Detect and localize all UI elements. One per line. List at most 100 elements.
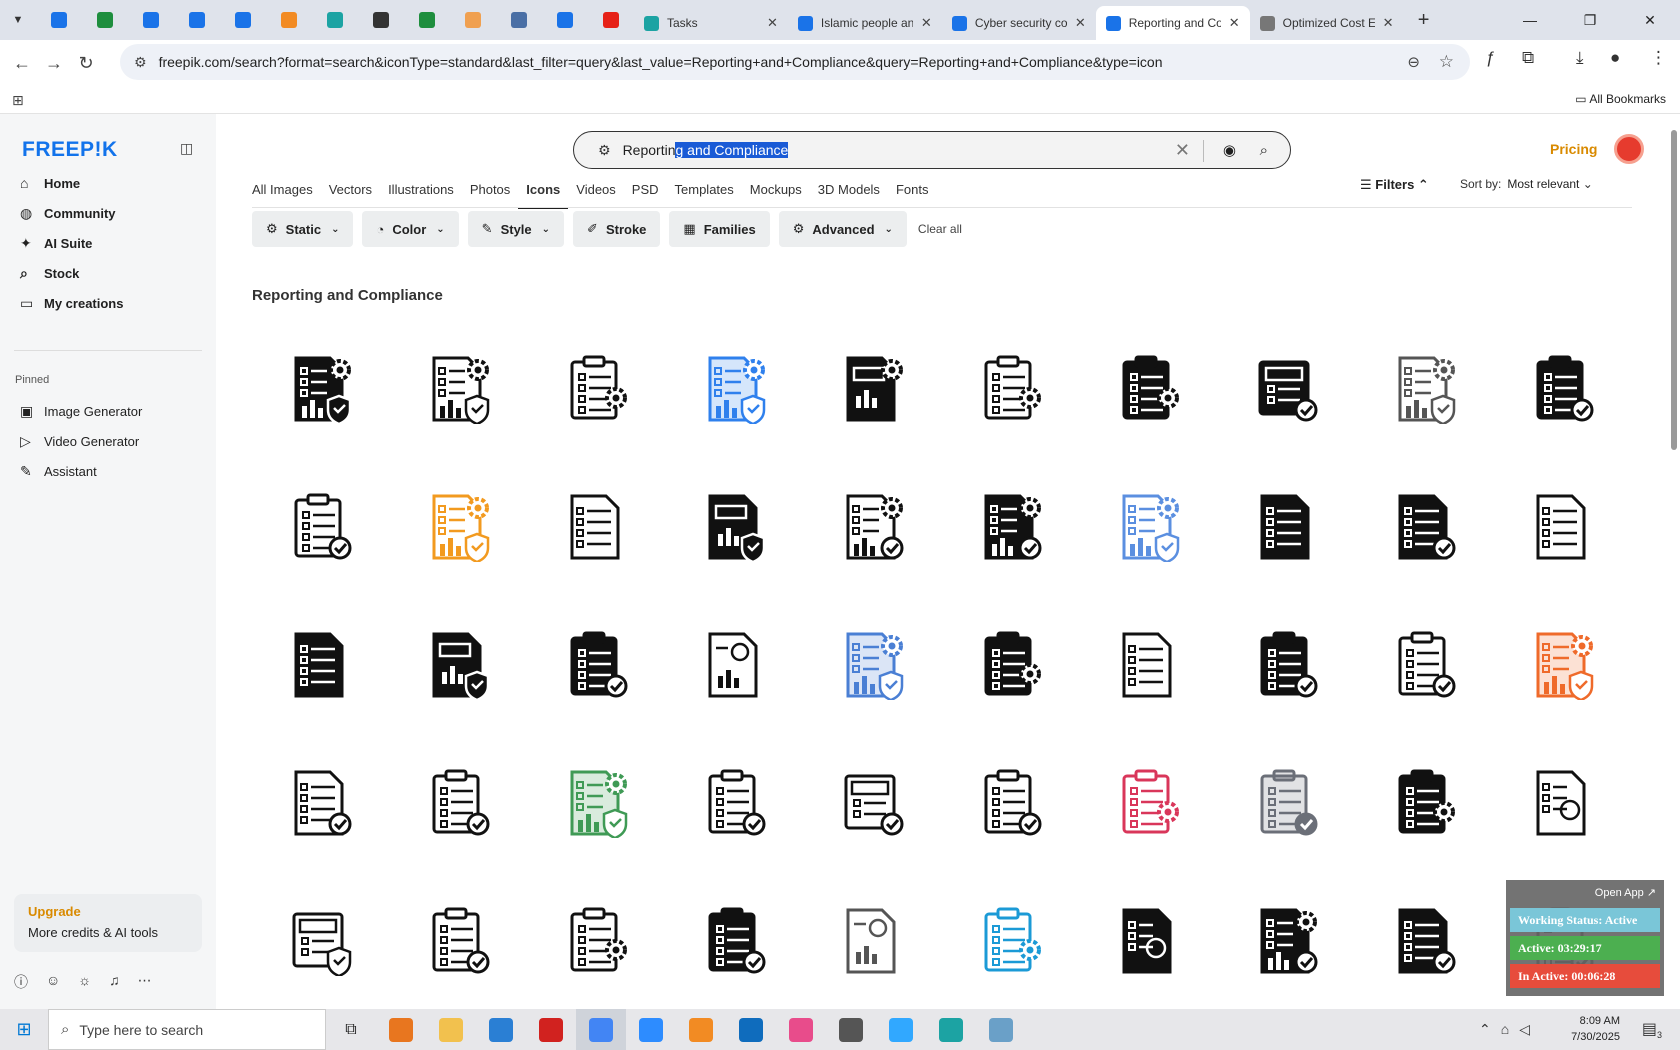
taskbar-search[interactable]: ⌕ Type here to search [48,1009,326,1050]
browser-tab[interactable]: Tasks ✕ [634,6,788,40]
icon-result-item[interactable] [804,597,942,735]
icon-result-item[interactable] [252,459,390,597]
clock[interactable]: 8:09 AM 7/30/2025 [1571,1013,1620,1045]
tab-fonts[interactable]: Fonts [888,182,937,209]
icon-result-item[interactable] [942,321,1080,459]
tab-templates[interactable]: Templates [667,182,742,209]
icon-result-item[interactable] [252,873,390,1011]
icon-result-item[interactable] [528,873,666,1011]
pinned-tab[interactable] [220,0,266,40]
icon-result-item[interactable] [390,321,528,459]
icon-result-item[interactable] [666,459,804,597]
taskbar-app[interactable] [626,1009,676,1050]
tab-vectors[interactable]: Vectors [321,182,380,209]
search-bar[interactable]: ⚙ Reporting and Compliance ✕ ◉ ⌕ [573,131,1291,169]
bookmark-star-icon[interactable]: ☆ [1439,52,1454,72]
forward-icon[interactable]: → [38,53,70,74]
theme-icon[interactable]: ☼ [78,972,91,992]
tab-videos[interactable]: Videos [568,182,624,209]
taskbar-app[interactable] [526,1009,576,1050]
tab-search-chevron-icon[interactable]: ▼ [0,0,36,40]
sidebar-pinned-image-generator[interactable]: ▣ Image Generator [14,396,204,426]
zoom-icon[interactable]: ⊖ [1407,53,1420,71]
close-tab-icon[interactable]: ✕ [1229,15,1240,31]
icon-result-item[interactable] [252,321,390,459]
browser-tab[interactable]: Cyber security co ✕ [942,6,1096,40]
taskbar-app[interactable] [926,1009,976,1050]
browser-tab[interactable]: Optimized Cost E ✕ [1250,6,1404,40]
tab-icons[interactable]: Icons [518,182,569,209]
filter-chip-stroke[interactable]: ✐ Stroke [573,211,661,247]
icon-result-item[interactable] [528,321,666,459]
tab-photos[interactable]: Photos [462,182,518,209]
icon-result-item[interactable] [252,735,390,873]
pinned-tab[interactable] [36,0,82,40]
icon-result-item[interactable] [1218,873,1356,1011]
icon-result-item[interactable] [1218,459,1356,597]
tab-all-images[interactable]: All Images [252,182,321,209]
user-avatar[interactable] [1614,134,1644,164]
sidebar-item-ai-suite[interactable]: ✦ AI Suite [14,228,204,258]
icon-result-item[interactable] [666,597,804,735]
pinned-tab[interactable] [542,0,588,40]
icon-result-item[interactable] [390,459,528,597]
pinned-tab[interactable] [450,0,496,40]
taskbar-app[interactable] [726,1009,776,1050]
apps-grid-icon[interactable]: ⊞ [12,92,24,109]
windows-start-icon[interactable]: ⊞ [0,1009,48,1050]
icon-result-item[interactable] [1218,321,1356,459]
pinned-tab[interactable] [404,0,450,40]
icon-result-item[interactable] [666,321,804,459]
task-view-icon[interactable]: ⧉ [326,1009,376,1050]
icon-result-item[interactable] [1494,321,1632,459]
taskbar-app[interactable] [426,1009,476,1050]
extensions-puzzle-icon[interactable]: ⧉ [1522,48,1534,68]
url-bar[interactable]: ⚙ freepik.com/search?format=search&iconT… [120,44,1470,80]
taskbar-app[interactable] [976,1009,1026,1050]
sidebar-item-my-creations[interactable]: ▭ My creations [14,288,204,318]
filter-chip-families[interactable]: ▦ Families [669,211,770,247]
search-type-icon[interactable]: ⚙ [598,142,611,159]
tray-chevron-icon[interactable]: ⌃ [1479,1021,1491,1038]
downloads-icon[interactable]: ⤓ [1576,48,1584,68]
icon-result-item[interactable] [804,321,942,459]
pinned-tab[interactable] [128,0,174,40]
taskbar-app[interactable] [826,1009,876,1050]
icon-result-item[interactable] [666,873,804,1011]
icon-result-item[interactable] [390,597,528,735]
minimize-icon[interactable]: — [1500,0,1560,40]
freepik-logo[interactable]: FREEP!K [22,138,118,162]
icon-result-item[interactable] [1080,321,1218,459]
icon-result-item[interactable] [942,735,1080,873]
icon-result-item[interactable] [1080,873,1218,1011]
pinned-tab[interactable] [358,0,404,40]
reload-icon[interactable]: ↻ [70,53,102,74]
search-icon[interactable]: ⌕ [1260,142,1268,159]
icon-result-item[interactable] [1218,735,1356,873]
tab-illustrations[interactable]: Illustrations [380,182,462,209]
back-icon[interactable]: ← [6,53,38,74]
notification-center-icon[interactable]: ▤3 [1642,1019,1662,1040]
site-info-icon[interactable]: ⚙ [134,54,147,71]
icon-result-item[interactable] [1080,597,1218,735]
sidebar-item-home[interactable]: ⌂ Home [14,168,204,198]
close-tab-icon[interactable]: ✕ [921,15,932,31]
browser-menu-icon[interactable]: ⋮ [1650,48,1667,68]
page-scrollbar[interactable] [1668,124,1680,1014]
filter-chip-color[interactable]: ◔ Color ⌄ [362,211,459,247]
close-tab-icon[interactable]: ✕ [767,15,778,31]
icon-result-item[interactable] [942,873,1080,1011]
help-icon[interactable]: ⓘ [14,972,28,992]
sidebar-pinned-assistant[interactable]: ✎ Assistant [14,456,204,486]
scrollbar-thumb[interactable] [1671,130,1677,450]
browser-tab[interactable]: Reporting and Co ✕ [1095,6,1250,40]
extension-fiverr-icon[interactable]: ƒ [1486,48,1495,68]
search-input[interactable]: Reporting and Compliance [623,142,789,158]
notifications-bell-icon[interactable]: ♫ [109,972,120,992]
icon-result-item[interactable] [1494,597,1632,735]
all-bookmarks[interactable]: ▭ All Bookmarks [1575,92,1666,106]
clear-search-icon[interactable]: ✕ [1175,140,1190,161]
icon-result-item[interactable] [1356,321,1494,459]
filters-toggle[interactable]: ☰ Filters ⌃ [1360,177,1429,193]
icon-result-item[interactable] [1356,735,1494,873]
